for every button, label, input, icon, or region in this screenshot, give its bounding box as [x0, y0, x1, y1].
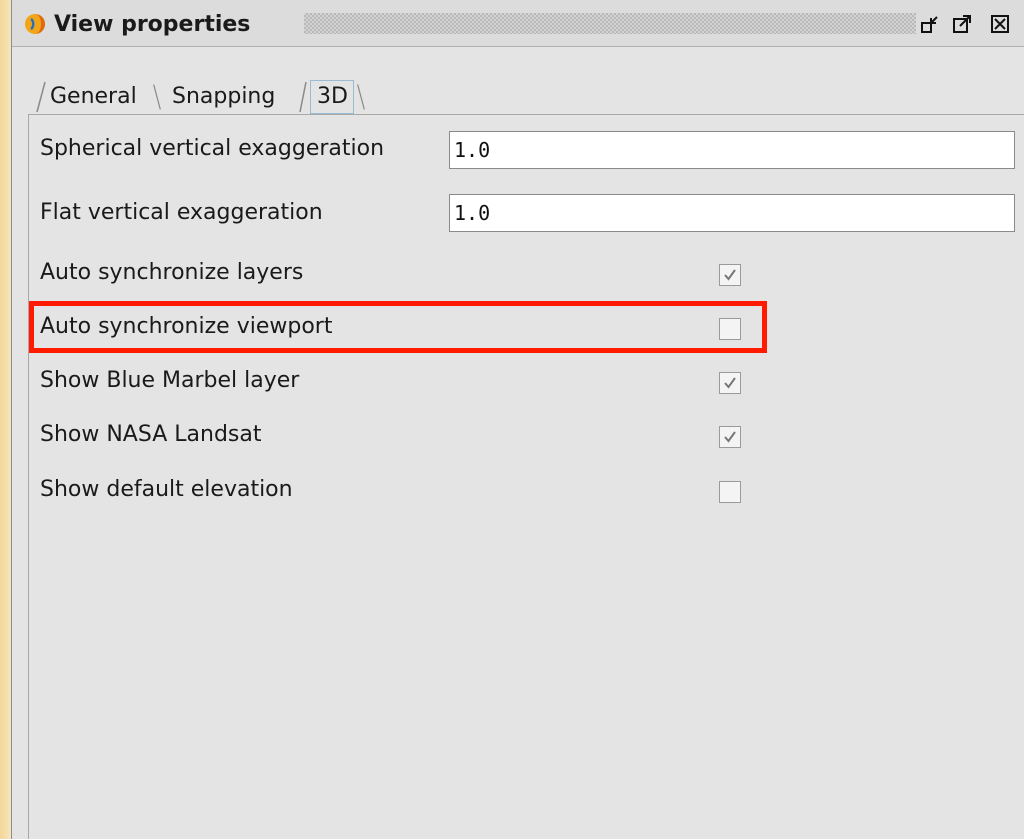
tab-separator [36, 81, 46, 113]
tab-separator [153, 84, 161, 110]
auto-sync-layers-label: Auto synchronize layers [40, 260, 304, 285]
restore-icon[interactable] [920, 14, 940, 34]
title-bar[interactable]: View properties [12, 0, 1024, 47]
tab-3d[interactable]: 3D [317, 82, 348, 112]
show-default-elevation-checkbox[interactable] [719, 481, 741, 503]
show-nasa-landsat-checkbox[interactable] [719, 426, 741, 448]
close-icon[interactable] [990, 14, 1010, 34]
tab-snapping[interactable]: Snapping [172, 82, 275, 112]
auto-sync-layers-checkbox[interactable] [719, 264, 741, 286]
spherical-exaggeration-field[interactable]: 1.0 [449, 131, 1015, 169]
maximize-icon[interactable] [952, 14, 972, 34]
tab-general[interactable]: General [50, 82, 137, 112]
auto-sync-viewport-checkbox[interactable] [719, 318, 741, 340]
window-title: View properties [54, 12, 251, 37]
show-blue-marbel-label: Show Blue Marbel layer [40, 368, 300, 393]
spherical-exaggeration-label: Spherical vertical exaggeration [40, 136, 385, 161]
auto-sync-viewport-label: Auto synchronize viewport [40, 314, 333, 339]
panel-border [28, 114, 29, 839]
tab-separator [357, 84, 365, 110]
show-default-elevation-label: Show default elevation [40, 477, 293, 502]
app-logo-icon [24, 13, 46, 35]
view-properties-window: View properties General Snapping 3D Sphe… [11, 0, 1024, 839]
flat-exaggeration-field[interactable]: 1.0 [449, 194, 1015, 232]
tab-separator [299, 81, 307, 113]
flat-exaggeration-label: Flat vertical exaggeration [40, 200, 323, 225]
tab-divider [28, 114, 1024, 115]
show-blue-marbel-checkbox[interactable] [719, 372, 741, 394]
title-drag-grip[interactable] [304, 13, 916, 34]
show-nasa-landsat-label: Show NASA Landsat [40, 422, 262, 447]
